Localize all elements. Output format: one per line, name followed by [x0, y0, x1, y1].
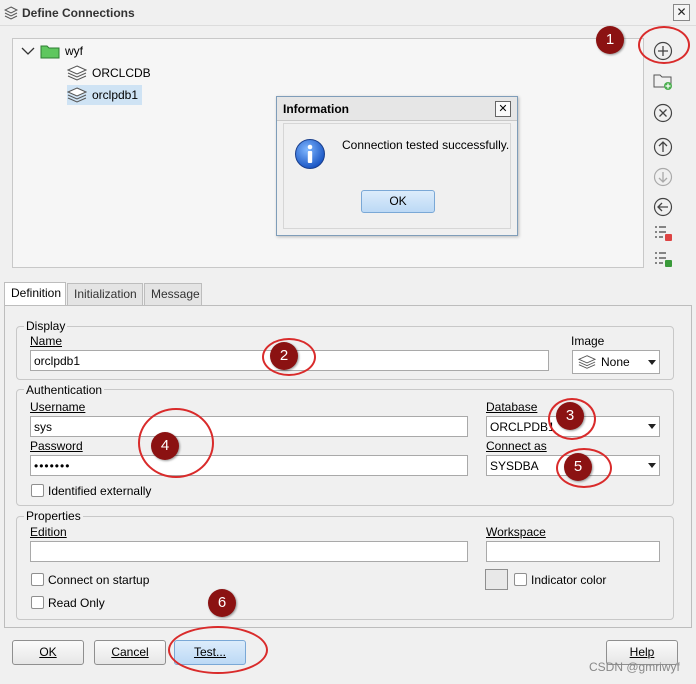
indicator-color-swatch[interactable] — [485, 569, 508, 590]
workspace-label: Workspace — [486, 525, 546, 539]
back-icon — [653, 197, 673, 217]
annotation-ring — [168, 626, 268, 674]
display-group-label: Display — [24, 319, 68, 333]
info-icon — [295, 139, 325, 169]
database-label: Database — [486, 400, 538, 414]
authentication-group-label: Authentication — [24, 383, 105, 397]
connect-on-startup-checkbox[interactable] — [31, 573, 44, 586]
new-folder-icon — [653, 74, 672, 90]
identified-externally-checkbox[interactable] — [31, 484, 44, 497]
image-select[interactable]: None — [572, 350, 660, 374]
window-close-button[interactable]: ✕ — [673, 4, 690, 21]
dialog-body: Connection tested successfully. OK — [283, 123, 511, 229]
annotation-badge: 1 — [596, 26, 624, 54]
annotation-badge: 6 — [208, 589, 236, 617]
annotation-badge: 4 — [151, 432, 179, 460]
name-label: Name — [30, 334, 63, 348]
connect-as-select-value: SYSDBA — [490, 459, 539, 473]
password-label: Password — [30, 439, 83, 453]
tab-message[interactable]: Message — [144, 283, 202, 305]
annotation-badge: 5 — [564, 453, 592, 481]
connect-on-startup-label: Connect on startup — [48, 573, 150, 587]
identified-externally-label: Identified externally — [48, 484, 152, 498]
folder-icon — [40, 45, 60, 58]
new-folder-button[interactable] — [652, 70, 674, 92]
export-list-button[interactable] — [652, 222, 674, 244]
information-dialog: Information ✕ Connection tested successf… — [276, 96, 518, 236]
properties-group — [16, 516, 674, 620]
indicator-color-label: Indicator color — [531, 573, 607, 587]
chevron-down-icon — [648, 463, 656, 468]
database-icon — [578, 355, 596, 369]
title-bar: Define Connections ✕ — [0, 0, 696, 26]
dialog-close-button[interactable]: ✕ — [495, 101, 511, 117]
database-select-value: ORCLPDB1 — [490, 420, 555, 434]
username-input[interactable]: sys — [30, 416, 468, 437]
move-down-button[interactable] — [652, 166, 674, 188]
edition-input[interactable] — [30, 541, 468, 562]
remove-icon — [653, 103, 673, 123]
import-list-button[interactable] — [652, 248, 674, 270]
export-list-icon — [655, 226, 672, 241]
window-title: Define Connections — [22, 6, 135, 20]
database-icon — [67, 65, 87, 81]
tab-definition[interactable]: Definition — [4, 282, 66, 306]
tree-item-orclcdb[interactable]: ORCLCDB — [67, 63, 151, 83]
read-only-checkbox[interactable] — [31, 596, 44, 609]
database-icon — [67, 87, 87, 103]
import-list-icon — [655, 252, 672, 267]
tree-folder-wyf[interactable]: wyf — [21, 41, 83, 61]
edition-label: Edition — [30, 525, 67, 539]
cancel-button[interactable]: Cancel — [94, 640, 166, 665]
watermark: CSDN @gmriwyf — [589, 660, 680, 674]
tree-item-label: orclpdb1 — [92, 88, 139, 102]
image-select-value: None — [601, 355, 630, 369]
connections-icon — [4, 6, 18, 20]
indicator-color-checkbox[interactable] — [514, 573, 527, 586]
annotation-badge: 3 — [556, 402, 584, 430]
ok-button[interactable]: OK — [12, 640, 84, 665]
tab-initialization[interactable]: Initialization — [67, 283, 143, 305]
chevron-down-icon[interactable] — [21, 45, 35, 57]
chevron-down-icon — [648, 360, 656, 365]
properties-group-label: Properties — [24, 509, 83, 523]
move-left-button[interactable] — [652, 196, 674, 218]
tree-item-orclpdb1[interactable]: orclpdb1 — [67, 85, 143, 105]
tree-folder-label: wyf — [65, 44, 83, 58]
remove-button[interactable] — [652, 102, 674, 124]
connect-as-label: Connect as — [486, 439, 547, 453]
username-label: Username — [30, 400, 86, 414]
read-only-label: Read Only — [48, 596, 105, 610]
tree-item-label: ORCLCDB — [92, 66, 151, 80]
chevron-down-icon — [648, 424, 656, 429]
annotation-ring — [638, 26, 690, 64]
dialog-title: Information — [283, 102, 349, 116]
move-up-icon — [653, 137, 673, 157]
move-up-button[interactable] — [652, 136, 674, 158]
password-input[interactable]: ••••••• — [30, 455, 468, 476]
dialog-ok-button[interactable]: OK — [361, 190, 435, 213]
dialog-message: Connection tested successfully. — [342, 138, 510, 152]
image-label: Image — [571, 334, 605, 348]
workspace-input[interactable] — [486, 541, 660, 562]
dialog-title-bar: Information ✕ — [277, 97, 517, 121]
annotation-badge: 2 — [270, 342, 298, 370]
move-down-icon — [653, 167, 673, 187]
